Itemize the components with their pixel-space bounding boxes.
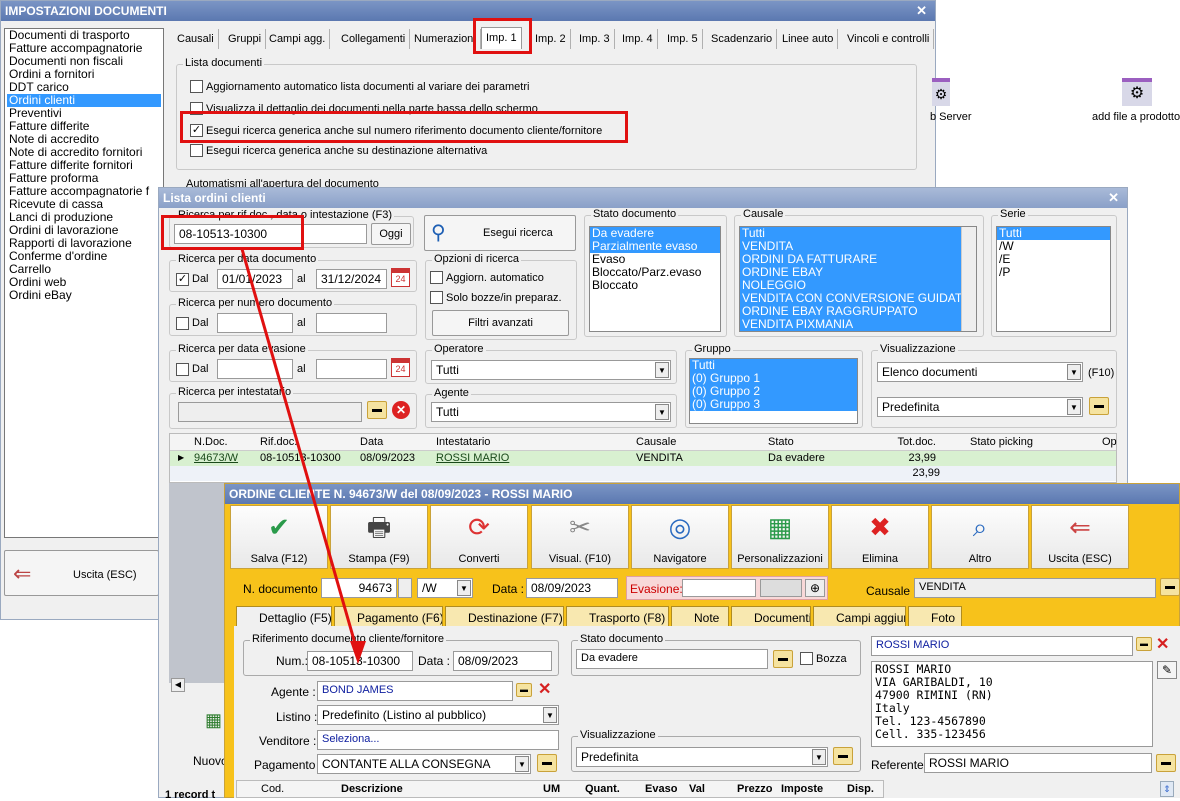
arrow-annotation	[240, 248, 366, 664]
